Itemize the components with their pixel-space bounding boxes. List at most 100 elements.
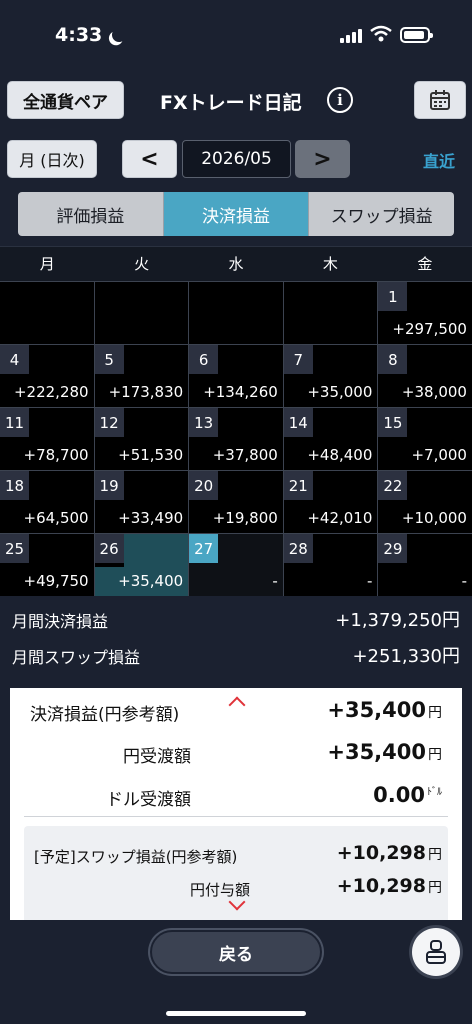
day-number: 22 <box>378 471 408 500</box>
day-number: 1 <box>378 282 408 311</box>
day-number: 5 <box>94 345 124 374</box>
menu-icon <box>426 940 446 964</box>
calendar-cell[interactable]: 18 +64,500 <box>0 471 94 533</box>
yen-grant-value: +10,298 円 <box>336 875 442 897</box>
day-amount: +51,530 <box>118 446 184 464</box>
pnl-tabs: 評価損益 決済損益 スワップ損益 <box>18 192 454 236</box>
recent-link[interactable]: 直近 <box>423 148 455 172</box>
day-number: 29 <box>378 534 408 563</box>
day-number: 8 <box>378 345 408 374</box>
day-amount: - <box>461 572 467 590</box>
weekday-header: 月 火 水 木 金 <box>0 246 472 281</box>
calendar-cell-today[interactable]: 27 - <box>189 534 283 596</box>
tab-settled[interactable]: 決済損益 <box>162 192 309 236</box>
calendar-cell-selected[interactable]: 26 +35,400 <box>94 534 189 596</box>
day-amount: +297,500 <box>392 320 467 338</box>
day-amount: +49,750 <box>23 572 89 590</box>
day-amount: +33,490 <box>118 509 184 527</box>
day-amount: - <box>366 572 373 590</box>
weekday-label: 火 <box>134 255 150 273</box>
bottom-bar: 戻る <box>0 920 472 1024</box>
day-number: 6 <box>189 345 219 374</box>
monthly-summary: 月間決済損益 +1,379,250円 月間スワップ損益 +251,330円 <box>0 602 472 674</box>
day-number: 26 <box>94 534 124 563</box>
wifi-icon <box>370 25 392 42</box>
day-amount: +222,280 <box>13 383 89 401</box>
calendar-cell[interactable]: 6 +134,260 <box>189 345 283 407</box>
battery-icon <box>400 27 433 43</box>
day-amount: +38,000 <box>401 383 467 401</box>
month-display[interactable]: 2026/05 <box>182 140 291 178</box>
weekday-label: 水 <box>228 255 244 273</box>
previous-month-button[interactable]: < <box>122 140 177 178</box>
calendar: 月 火 水 木 金 1 +297,500 4 +222,280 5 +173,830 … <box>0 246 472 596</box>
day-amount: +10,000 <box>401 509 467 527</box>
day-amount: +35,000 <box>307 383 373 401</box>
usd-delivery-label: ドル受渡額 <box>106 790 191 810</box>
yen-delivery-label: 円受渡額 <box>123 747 191 767</box>
calendar-cell[interactable]: 19 +33,490 <box>94 471 189 533</box>
tab-unrealized[interactable]: 評価損益 <box>18 192 163 236</box>
day-number: 18 <box>0 471 29 500</box>
day-amount: +134,260 <box>203 383 278 401</box>
currency-pair-button[interactable]: 全通貨ペア <box>7 81 124 119</box>
calendar-cell[interactable]: 20 +19,800 <box>189 471 283 533</box>
day-number: 13 <box>189 408 219 437</box>
day-number: 7 <box>283 345 313 374</box>
calendar-cell[interactable]: 13 +37,800 <box>189 408 283 470</box>
calendar-cell[interactable]: 5 +173,830 <box>94 345 189 407</box>
back-button[interactable]: 戻る <box>150 930 322 974</box>
calendar-cell[interactable]: 12 +51,530 <box>94 408 189 470</box>
calendar-cell[interactable]: 7 +35,000 <box>283 345 378 407</box>
calendar-cell[interactable]: 4 +222,280 <box>0 345 94 407</box>
view-mode-button[interactable]: 月 (日次) <box>7 140 97 178</box>
calendar-grid: 1 +297,500 4 +222,280 5 +173,830 6 +134,260 … <box>0 281 472 596</box>
day-amount: - <box>272 572 278 590</box>
menu-button[interactable] <box>412 928 460 976</box>
calendar-cell[interactable]: 29 - <box>378 534 472 596</box>
day-number: 19 <box>94 471 124 500</box>
date-navigation: 月 (日次) < 2026/05 > 直近 <box>0 140 472 180</box>
calendar-cell[interactable]: 22 +10,000 <box>378 471 472 533</box>
weekday-label: 月 <box>39 255 55 273</box>
info-icon[interactable]: i <box>327 87 353 113</box>
day-number: 28 <box>283 534 313 563</box>
next-month-button[interactable]: > <box>295 140 350 178</box>
usd-delivery-value: 0.00 ﾄﾞﾙ <box>373 783 442 807</box>
day-amount: +48,400 <box>307 446 373 464</box>
calendar-cell[interactable]: 15 +7,000 <box>378 408 472 470</box>
yen-delivery-value: +35,400 円 <box>327 740 442 764</box>
swap-summary-label: 月間スワップ損益 <box>12 648 141 667</box>
calendar-cell-empty <box>189 282 283 344</box>
settled-pnl-value: +35,400 円 <box>327 698 442 722</box>
calendar-cell[interactable]: 14 +48,400 <box>283 408 378 470</box>
page-title: FXトレード日記 <box>160 92 302 114</box>
weekday-label: 木 <box>322 255 338 273</box>
status-bar: 4:33 <box>0 0 472 70</box>
tab-swap[interactable]: スワップ損益 <box>308 192 454 236</box>
moon-icon <box>110 26 128 44</box>
swap-summary-value: +251,330円 <box>352 646 460 667</box>
calendar-cell-empty <box>283 282 378 344</box>
day-amount: +7,000 <box>411 446 467 464</box>
settled-pnl-label: 決済損益(円参考額) <box>30 705 180 725</box>
day-amount: +37,800 <box>212 446 278 464</box>
status-time: 4:33 <box>55 24 126 46</box>
day-number: 11 <box>0 408 29 437</box>
calendar-cell[interactable]: 21 +42,010 <box>283 471 378 533</box>
day-amount: +173,830 <box>108 383 184 401</box>
calendar-cell[interactable]: 28 - <box>283 534 378 596</box>
swap-forecast-label: [予定]スワップ損益(円参考額) <box>34 848 238 866</box>
calendar-button[interactable] <box>414 81 466 119</box>
swap-forecast-value: +10,298 円 <box>336 842 442 864</box>
calendar-cell[interactable]: 25 +49,750 <box>0 534 94 596</box>
day-number: 20 <box>189 471 219 500</box>
day-detail-panel[interactable]: 決済損益(円参考額) +35,400 円 円受渡額 +35,400 円 ドル受渡額 … <box>10 688 462 920</box>
chevron-up-icon[interactable] <box>228 696 246 714</box>
calendar-cell[interactable]: 8 +38,000 <box>378 345 472 407</box>
day-number: 12 <box>94 408 124 437</box>
settled-summary-row: 月間決済損益 +1,379,250円 <box>0 602 472 638</box>
calendar-cell[interactable]: 11 +78,700 <box>0 408 94 470</box>
calendar-cell[interactable]: 1 +297,500 <box>378 282 472 344</box>
weekday-label: 金 <box>417 255 433 273</box>
